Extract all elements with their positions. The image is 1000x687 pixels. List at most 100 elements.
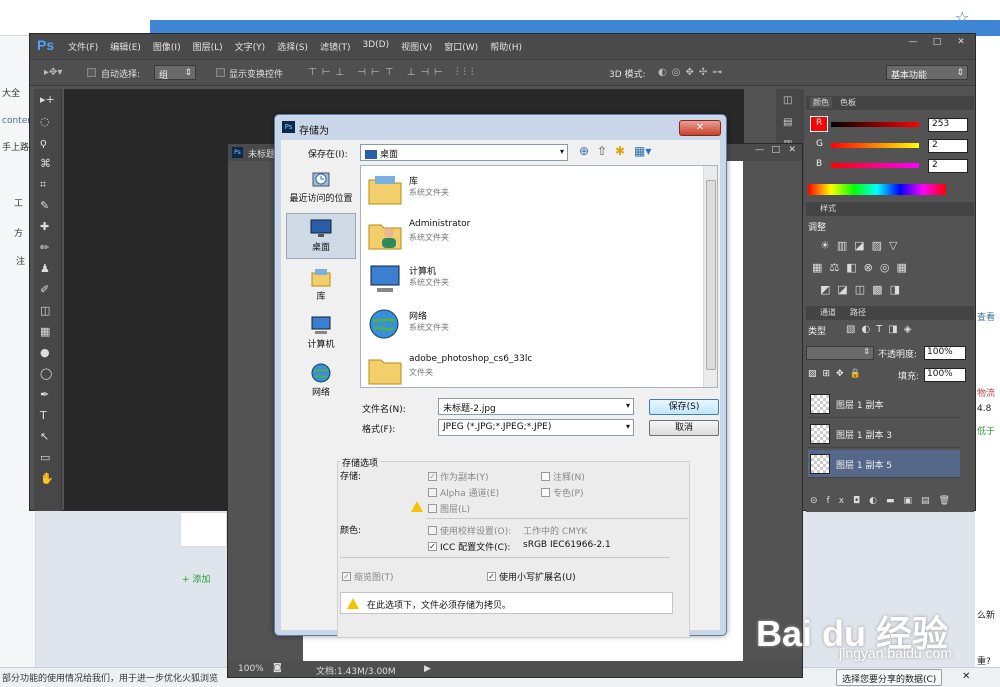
workspace-select[interactable]: 基本功能 ⇕ — [886, 65, 968, 81]
menu-window[interactable]: 窗口(W) — [444, 40, 478, 53]
alpha-checkbox[interactable] — [428, 488, 437, 497]
green-gradient[interactable] — [831, 143, 919, 148]
close-icon[interactable]: ✕ — [962, 671, 970, 682]
opacity-field[interactable]: 100% — [924, 346, 966, 360]
red-value[interactable]: 253 — [928, 118, 968, 132]
brush-tool-icon[interactable]: ✏ — [40, 241, 49, 254]
place-desktop[interactable]: 桌面 — [286, 213, 356, 259]
history-brush-tool-icon[interactable]: ✐ — [40, 283, 49, 296]
eyedropper-tool-icon[interactable]: ✎ — [40, 199, 49, 212]
tab-channels[interactable]: 通道 — [820, 307, 836, 318]
dialog-close-button[interactable]: ✕ — [679, 120, 721, 136]
layer-filter-icons[interactable]: ▧◐T◨◈ — [846, 324, 917, 335]
color-spectrum[interactable] — [808, 184, 946, 195]
file-row[interactable]: Administrator 系统文件夹 — [365, 213, 705, 257]
format-select[interactable]: JPEG (*.JPG;*.JPEG;*.JPE) ▾ — [438, 419, 634, 436]
menu-view[interactable]: 视图(V) — [401, 40, 432, 53]
menu-image[interactable]: 图像(I) — [153, 40, 181, 53]
align-icons[interactable]: ⊤⊢⊥ ⊣⊢⊤ ⊥⊣⊢ ⫶⫶⫶ — [308, 67, 478, 78]
as-copy-checkbox[interactable]: ✓ — [428, 472, 437, 481]
layer-row[interactable]: 图层 1 副本 — [808, 390, 960, 418]
spot-checkbox[interactable] — [541, 488, 550, 497]
menu-edit[interactable]: 编辑(E) — [110, 40, 141, 53]
menu-help[interactable]: 帮助(H) — [490, 40, 522, 53]
pen-tool-icon[interactable]: ✒ — [40, 388, 49, 401]
icc-checkbox[interactable]: ✓ — [428, 542, 437, 551]
save-button[interactable]: 保存(S) — [649, 399, 719, 415]
place-library[interactable]: 库 — [286, 263, 356, 309]
maximize-button[interactable]: □ — [927, 37, 947, 51]
tab-styles[interactable]: 样式 — [820, 203, 836, 214]
new-folder-icon[interactable]: ✱ — [615, 144, 625, 158]
adjustment-icons-row-3[interactable]: ◩◪◫▩◨ — [820, 283, 907, 296]
file-list-scrollbar[interactable] — [703, 166, 717, 387]
menu-select[interactable]: 选择(S) — [277, 40, 308, 53]
blue-gradient[interactable] — [831, 163, 919, 168]
quick-select-tool-icon[interactable]: ⌘ — [40, 157, 51, 170]
status-arrow-icon[interactable]: ▶ — [424, 664, 431, 674]
zoom-level[interactable]: 100% — [238, 664, 264, 674]
red-slider[interactable]: R 253 — [816, 118, 976, 132]
group-select[interactable]: 组 ⇕ — [154, 65, 196, 81]
lasso-tool-icon[interactable]: ϙ — [40, 136, 47, 149]
lowercase-checkbox[interactable]: ✓ — [487, 572, 496, 581]
eraser-tool-icon[interactable]: ◫ — [40, 304, 50, 317]
dodge-tool-icon[interactable]: ◯ — [40, 367, 52, 380]
hand-tool-icon[interactable]: ✋ — [40, 472, 54, 485]
maximize-icon[interactable]: □ — [771, 145, 780, 155]
menu-type[interactable]: 文字(Y) — [235, 40, 266, 53]
tab-paths[interactable]: 路径 — [850, 307, 866, 318]
proof-checkbox[interactable] — [428, 526, 437, 535]
share-data-button[interactable]: 选择您要分享的数据(C) — [836, 669, 943, 686]
blue-value[interactable]: 2 — [928, 159, 968, 173]
history-icon[interactable]: ◫ — [783, 95, 792, 106]
add-link[interactable]: + 添加 — [182, 572, 227, 585]
layer-footer-icons[interactable]: ⊝fx◘◐▬▣▤🗑 — [810, 496, 959, 506]
green-value[interactable]: 2 — [928, 139, 968, 153]
save-in-select[interactable]: 桌面 ▾ — [360, 144, 568, 161]
blend-mode-select[interactable]: ⇕ — [806, 346, 874, 360]
show-transform-checkbox[interactable] — [216, 68, 225, 77]
blue-slider[interactable]: B 2 — [816, 159, 976, 173]
status-icon[interactable]: ◙ — [273, 663, 282, 673]
minimize-button[interactable]: — — [903, 37, 923, 51]
crop-tool-icon[interactable]: ⌗ — [40, 178, 46, 192]
healing-tool-icon[interactable]: ✚ — [40, 220, 49, 233]
marquee-tool-icon[interactable]: ◌ — [40, 115, 50, 128]
view-menu-icon[interactable]: ▦▾ — [634, 144, 651, 158]
stamp-tool-icon[interactable]: ♟ — [40, 262, 50, 275]
notes-checkbox[interactable] — [541, 472, 550, 481]
adjustment-icons-row-2[interactable]: ▦⚖◧⊗◎▦ — [812, 261, 914, 274]
red-gradient[interactable] — [831, 122, 919, 127]
minimize-icon[interactable]: — — [755, 145, 764, 155]
close-icon[interactable]: ✕ — [788, 145, 796, 155]
actions-icon[interactable]: ▤ — [783, 117, 792, 128]
gradient-tool-icon[interactable]: ▦ — [40, 325, 50, 338]
menu-file[interactable]: 文件(F) — [68, 40, 98, 53]
move-tool-icon[interactable]: ▸✥▾ — [44, 67, 62, 78]
close-button[interactable]: ✕ — [951, 37, 971, 51]
place-computer[interactable]: 计算机 — [286, 311, 356, 357]
layer-kind-label[interactable]: 类型 — [808, 324, 826, 337]
menu-filter[interactable]: 滤镜(T) — [320, 40, 351, 53]
layers-checkbox[interactable] — [428, 504, 437, 513]
blur-tool-icon[interactable]: ● — [40, 346, 50, 359]
place-network[interactable]: 网络 — [286, 359, 356, 405]
path-select-tool-icon[interactable]: ↖ — [40, 430, 49, 443]
adjustment-icons-row-1[interactable]: ☀▥◪▨▽ — [820, 239, 905, 252]
back-icon[interactable]: ⊕ — [579, 144, 589, 158]
tab-color[interactable]: 颜色 — [810, 97, 832, 108]
dialog-titlebar[interactable]: Ps 存储为 ✕ — [275, 115, 726, 140]
fill-field[interactable]: 100% — [924, 368, 966, 382]
type-tool-icon[interactable]: T — [40, 409, 47, 422]
place-recent[interactable]: 最近访问的位置 — [286, 165, 356, 211]
thumbnail-checkbox[interactable]: ✓ — [342, 572, 351, 581]
filename-input[interactable]: 未标题-2.jpg ▾ — [438, 398, 634, 415]
auto-select-checkbox[interactable] — [87, 68, 96, 77]
menu-layer[interactable]: 图层(L) — [193, 40, 223, 53]
lock-icons[interactable]: ▨⊞✥🔒 — [808, 369, 867, 379]
layer-row-selected[interactable]: 图层 1 副本 5 — [808, 450, 960, 478]
3d-mode-icons[interactable]: ◐◎✥✣⊶ — [658, 67, 727, 78]
document-info[interactable]: 文档:1.43M/3.00M — [316, 664, 396, 677]
browser-right-item[interactable]: 查看 — [977, 310, 995, 323]
